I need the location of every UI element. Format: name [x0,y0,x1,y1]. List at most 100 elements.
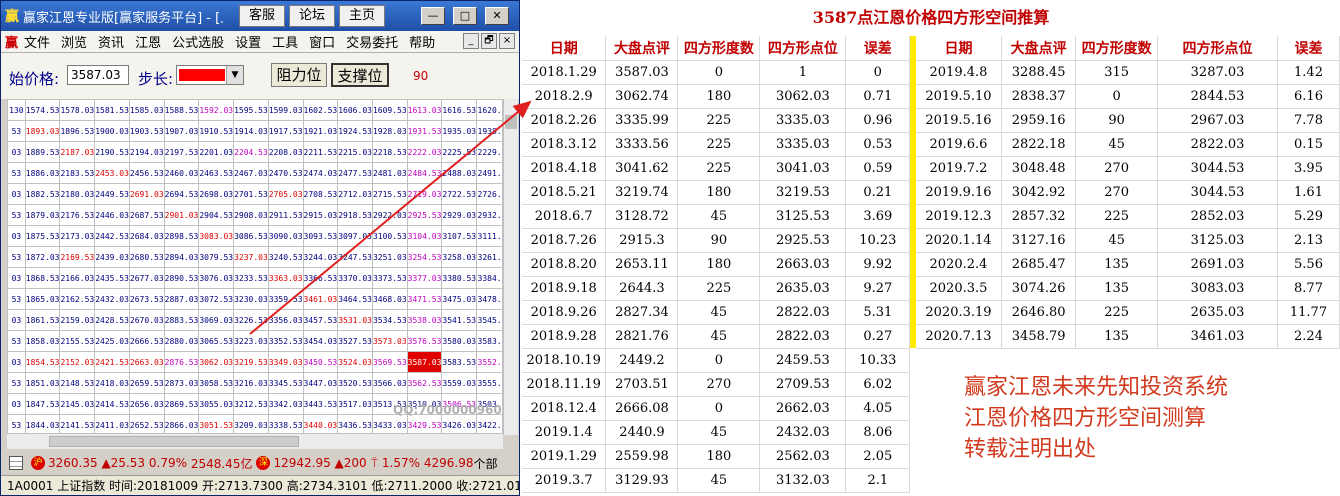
grid-cell[interactable]: 1865.03 [24,288,61,310]
grid-cell[interactable]: 3468.03 [371,288,408,310]
grid-cell[interactable]: 3261. [476,246,503,268]
grid-cell[interactable]: 1585.03 [128,99,165,121]
grid-cell[interactable]: 1938. [476,120,503,142]
grid-cell[interactable]: 1858.03 [24,330,61,352]
grid-cell[interactable]: 2162.53 [59,288,96,310]
grid-cell[interactable]: 1896.53 [59,120,96,142]
grid-cell[interactable]: 3454.03 [302,330,339,352]
grid-cell[interactable]: 53 [7,372,26,394]
close-button[interactable]: ✕ [485,7,509,25]
grid-cell[interactable]: 2652.53 [128,414,165,433]
grid-cell[interactable]: 3090.03 [267,225,304,247]
grid-cell[interactable]: 3062.03 [198,351,235,373]
grid-cell[interactable]: 1606.03 [337,99,373,121]
grid-cell[interactable]: 3566.03 [371,372,408,394]
grid-cell[interactable]: 3352.53 [267,330,304,352]
grid-cell[interactable]: 3580.03 [441,330,478,352]
grid-cell[interactable]: 53 [7,288,26,310]
grid-cell[interactable]: 1868.53 [24,267,61,289]
grid-cell[interactable]: 3531.03 [337,309,373,331]
grid-cell[interactable]: 1609.53 [371,99,408,121]
grid-cell[interactable]: 2183.53 [59,162,96,184]
step-color-select[interactable]: ▼ [176,65,244,85]
grid-cell[interactable]: 3377.03 [406,267,443,289]
menu-tools[interactable]: 工具 [272,32,298,51]
grid-cell[interactable]: 3464.53 [337,288,373,310]
grid-cell[interactable]: 3342.03 [267,393,304,415]
grid-cell[interactable]: 3573.03 [371,330,408,352]
grid-cell[interactable]: 3478. [476,288,503,310]
grid-cell[interactable]: 03 [7,225,26,247]
grid-cell[interactable]: 2898.53 [163,225,200,247]
grid-cell[interactable]: 3373.53 [371,267,408,289]
grid-cell[interactable]: 53 [7,162,26,184]
menu-help[interactable]: 帮助 [409,32,435,51]
grid-cell[interactable]: 2894.03 [163,246,200,268]
grid-cell[interactable]: 1935.03 [441,120,478,142]
menu-browse[interactable]: 浏览 [61,32,87,51]
grid-cell[interactable]: 2876.53 [163,351,200,373]
grid-cell[interactable]: 1592.03 [198,99,235,121]
grid-cell[interactable]: 2225.53 [441,141,478,163]
grid-cell[interactable]: 2491. [476,162,503,184]
grid-cell[interactable]: 3447.03 [302,372,339,394]
grid-cell[interactable]: 2428.53 [94,309,130,331]
grid-cell[interactable]: 3359.53 [267,288,304,310]
mdi-close-button[interactable]: × [499,33,515,49]
grid-cell[interactable]: 3223.03 [233,330,269,352]
grid-cell[interactable]: 3093.53 [302,225,339,247]
grid-cell[interactable]: 1917.53 [267,120,304,142]
grid-cell[interactable]: 3450.53 [302,351,339,373]
grid-cell[interactable]: 2463.53 [198,162,235,184]
grid-cell[interactable]: 2684.03 [128,225,165,247]
grid-cell[interactable]: 3233.53 [233,267,269,289]
grid-cell[interactable]: 3240.53 [267,246,304,268]
grid-cell[interactable]: 2173.03 [59,225,96,247]
grid-cell[interactable]: 3356.03 [267,309,304,331]
grid-cell[interactable]: 3541.53 [441,309,478,331]
grid-cell[interactable]: 2715.53 [371,183,408,205]
grid-cell[interactable]: 1588.53 [163,99,200,121]
grid-cell[interactable]: 3440.03 [302,414,339,433]
grid-cell[interactable]: 03 [7,309,26,331]
grid-cell[interactable]: 2712.03 [337,183,373,205]
grid-cell[interactable]: 03 [7,183,26,205]
grid-cell[interactable]: 1861.53 [24,309,61,331]
grid-cell[interactable]: 2656.03 [128,393,165,415]
hscroll-thumb[interactable] [49,436,299,447]
grid-cell[interactable]: 3569.53 [371,351,408,373]
grid-cell[interactable]: 3555. [476,372,503,394]
grid-cell[interactable]: 1924.53 [337,120,373,142]
horizontal-scrollbar[interactable] [7,433,503,449]
homepage-button[interactable]: 主页 [339,5,385,27]
mdi-minimize-button[interactable]: _ [463,33,479,49]
grid-cell[interactable]: 2176.53 [59,204,96,226]
grid-cell[interactable]: 2680.53 [128,246,165,268]
grid-cell[interactable]: 2141.53 [59,414,96,433]
grid-cell[interactable]: 3534.53 [371,309,408,331]
grid-cell[interactable]: 2911.53 [267,204,304,226]
grid-cell[interactable]: 2719.03 [406,183,443,205]
grid-cell[interactable]: 2194.03 [128,141,165,163]
grid-cell[interactable]: 2211.53 [302,141,339,163]
grid-cell[interactable]: 03 [7,141,26,163]
vertical-scrollbar[interactable] [503,99,518,435]
grid-cell[interactable]: 1882.53 [24,183,61,205]
grid-cell[interactable]: 3107.53 [441,225,478,247]
grid-cell[interactable]: 1620. [476,99,503,121]
grid-cell[interactable]: 3587.03 [406,351,443,373]
vscroll-thumb[interactable] [505,115,517,129]
grid-cell[interactable]: 2467.03 [233,162,269,184]
grid-cell[interactable]: 3443.53 [302,393,339,415]
grid-cell[interactable]: 3083.03 [198,225,235,247]
grid-cell[interactable]: 3226.53 [233,309,269,331]
grid-view-icon[interactable] [9,456,23,470]
grid-cell[interactable]: 53 [7,246,26,268]
grid-cell[interactable]: 3429.53 [406,414,443,433]
grid-cell[interactable]: 1599.03 [267,99,304,121]
grid-cell[interactable]: 3079.53 [198,246,235,268]
grid-cell[interactable]: 1931.53 [406,120,443,142]
grid-cell[interactable]: 2418.03 [94,372,130,394]
start-price-input[interactable]: 3587.03 [67,65,129,85]
grid-cell[interactable]: 2873.03 [163,372,200,394]
